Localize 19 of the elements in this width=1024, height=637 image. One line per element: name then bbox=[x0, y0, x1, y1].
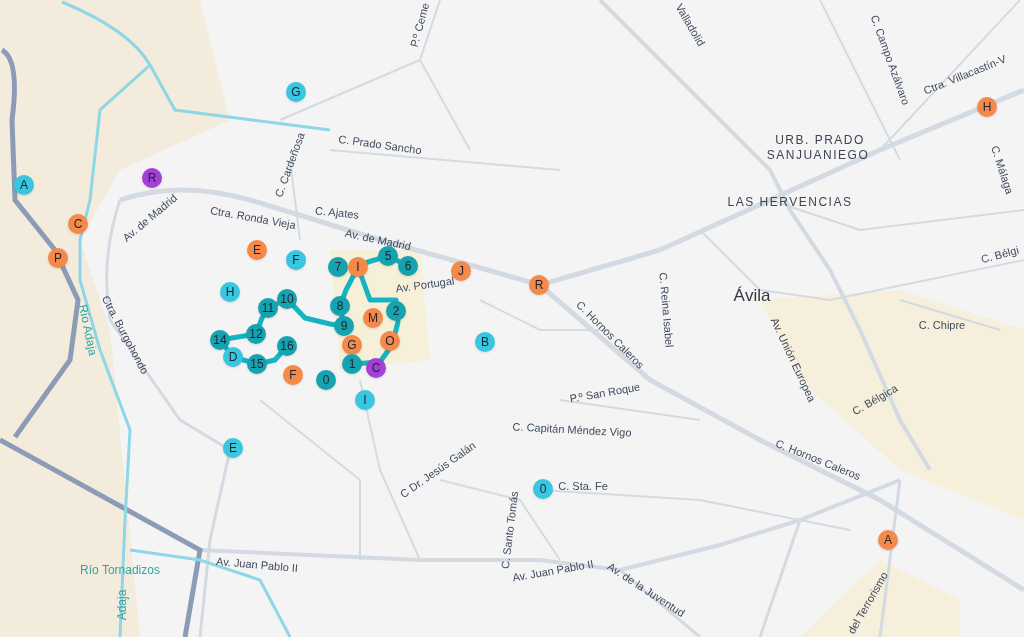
district-label: SANJUANIEGO bbox=[766, 149, 870, 161]
street-label: C. Capitán Méndez Vigo bbox=[512, 421, 632, 439]
street-label: C. Sta. Fe bbox=[558, 480, 608, 492]
street-label: C. Ajates bbox=[314, 205, 360, 221]
city-label: Ávila bbox=[733, 286, 771, 304]
street-label: C. Reina Isabel bbox=[657, 272, 675, 348]
street-label: C. Málaga bbox=[989, 144, 1015, 196]
river-label: Adaja bbox=[116, 589, 128, 621]
street-label: P.º San Roque bbox=[569, 381, 641, 405]
river-label: Río Adaja bbox=[76, 303, 100, 357]
street-label: P.º Ceme bbox=[408, 1, 432, 49]
street-label: Ctra. Ronda Vieja bbox=[209, 205, 297, 231]
street-label: C. Bélgi bbox=[979, 244, 1021, 266]
street-label: C. Chipre bbox=[918, 319, 966, 331]
street-label: C. Prado Sancho bbox=[337, 133, 423, 157]
district-label: URB. PRADO bbox=[775, 134, 865, 146]
street-label: Av. Juan Pablo II bbox=[215, 555, 299, 575]
river-label: Río Tornadizos bbox=[80, 564, 160, 576]
district-label: LAS HERVENCIAS bbox=[727, 196, 853, 208]
